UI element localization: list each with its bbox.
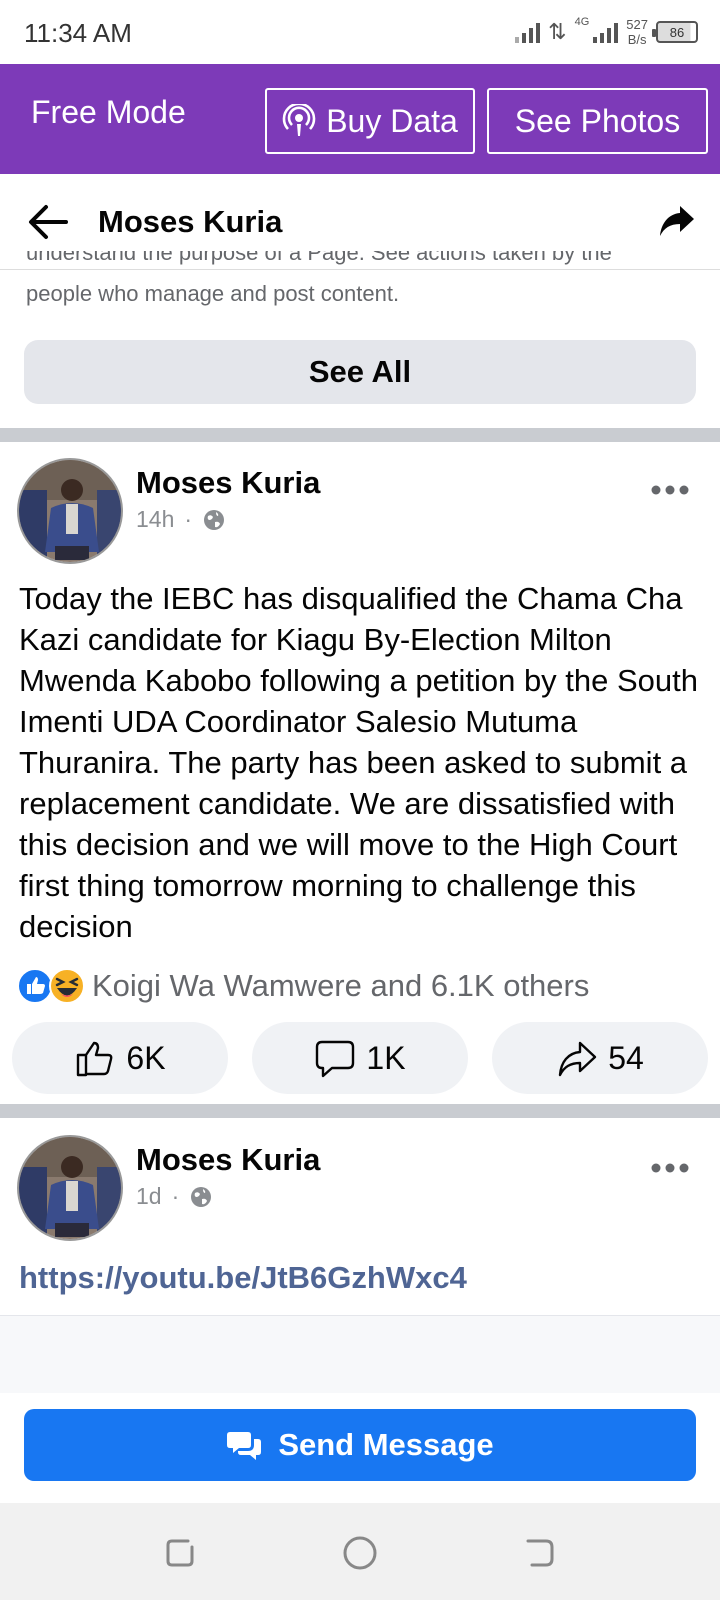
battery-level: 86 (669, 24, 685, 40)
free-mode-title: Free Mode (31, 94, 186, 130)
comment-button[interactable]: 1K (252, 1022, 468, 1094)
post-time[interactable]: 14h (136, 506, 174, 533)
like-count: 6K (126, 1039, 166, 1076)
share-count: 54 (608, 1039, 644, 1076)
signal-icon (515, 21, 541, 43)
section-divider (0, 1104, 720, 1118)
buy-data-button[interactable]: Buy Data (265, 88, 475, 154)
section-divider (0, 428, 720, 442)
reactions-summary[interactable]: Koigi Wa Wamwere and 6.1K others (16, 966, 589, 1006)
network-speed: 527 B/s (626, 17, 648, 47)
reactions-text: Koigi Wa Wamwere and 6.1K others (92, 968, 590, 1003)
speed-unit: B/s (627, 32, 647, 47)
page-title: Moses Kuria (98, 204, 283, 239)
broadcast-icon (282, 104, 316, 136)
share-icon (559, 1041, 597, 1077)
status-bar: 11:34 AM ⇅ 4G 527 B/s 86 (0, 0, 720, 64)
comment-bubble-icon (316, 1040, 355, 1078)
page-transparency-text: understand the purpose of a Page. See ac… (26, 251, 696, 271)
data-arrows-icon: ⇅ (548, 19, 567, 44)
avatar[interactable] (17, 1135, 123, 1241)
chat-bubbles-icon (227, 1432, 262, 1460)
meta-separator: · (184, 506, 193, 532)
like-button[interactable]: 6K (12, 1022, 228, 1094)
more-dots-icon[interactable] (650, 484, 690, 496)
post-time[interactable]: 1d (136, 1183, 162, 1210)
link-preview[interactable] (0, 1315, 720, 1393)
system-nav-bar (0, 1503, 720, 1600)
free-mode-bar: Free Mode Buy Data See Photos (0, 64, 720, 174)
transparency-text: people who manage and post content. (26, 281, 400, 306)
comment-count: 1K (366, 1039, 406, 1076)
avatar-photo (19, 1137, 121, 1239)
thumbs-up-icon (77, 1041, 113, 1077)
network-type: 4G (574, 16, 590, 28)
send-message-bar: Send Message (0, 1393, 720, 1503)
globe-icon (191, 1186, 212, 1207)
recents-icon[interactable] (162, 1535, 198, 1571)
post-meta: 1d · (136, 1183, 213, 1210)
share-button[interactable]: 54 (492, 1022, 708, 1094)
home-icon[interactable] (342, 1535, 378, 1571)
meta-separator: · (171, 1183, 180, 1209)
send-message-label: Send Message (278, 1427, 494, 1462)
post-link[interactable]: https://youtu.be/JtB6GzhWxc4 (19, 1260, 467, 1296)
status-icons: ⇅ 4G 527 B/s 86 (515, 14, 698, 50)
see-all-button[interactable]: See All (24, 340, 696, 404)
haha-reaction-icon (49, 968, 85, 1004)
signal-2-icon (593, 21, 619, 43)
status-time: 11:34 AM (24, 18, 132, 48)
avatar-photo (19, 460, 121, 562)
arrow-left-icon[interactable] (26, 202, 68, 242)
send-message-button[interactable]: Send Message (24, 1409, 696, 1481)
post-author[interactable]: Moses Kuria (136, 1142, 320, 1178)
back-nav-icon[interactable] (522, 1535, 558, 1571)
globe-icon (204, 509, 225, 530)
buy-data-label: Buy Data (326, 102, 458, 139)
transparency-text-partial: understand the purpose of a Page. See ac… (26, 251, 612, 265)
speed-value: 527 (626, 17, 648, 32)
see-photos-button[interactable]: See Photos (487, 88, 708, 154)
post-author[interactable]: Moses Kuria (136, 465, 320, 501)
battery-icon: 86 (652, 21, 698, 43)
avatar[interactable] (17, 458, 123, 564)
share-arrow-icon[interactable] (658, 202, 696, 240)
see-photos-label: See Photos (514, 102, 681, 139)
post-text: Today the IEBC has disqualified the Cham… (19, 581, 699, 944)
more-dots-icon[interactable] (650, 1162, 690, 1174)
post-meta: 14h · (136, 506, 226, 533)
